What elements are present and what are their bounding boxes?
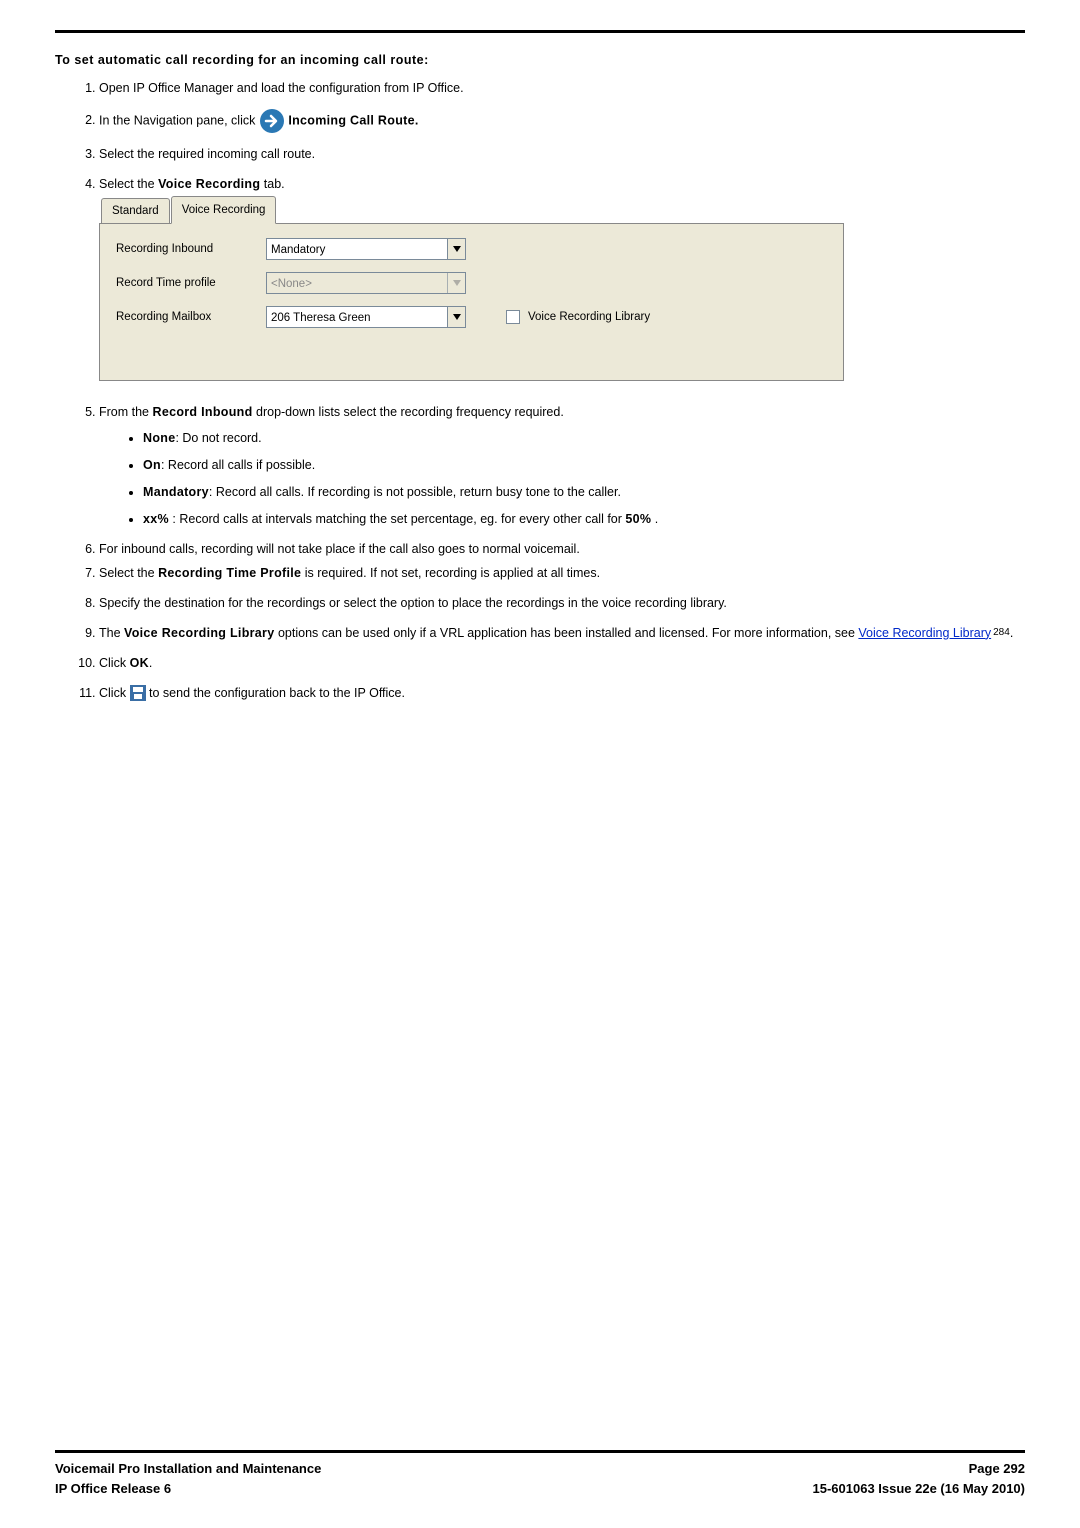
select-recording-mailbox-value: 206 Theresa Green: [267, 307, 447, 327]
step-9: The Voice Recording Library options can …: [99, 623, 1025, 643]
bullet-percent-label: xx%: [143, 512, 169, 526]
tab-voice-recording[interactable]: Voice Recording: [171, 196, 277, 223]
bullet-none: None: Do not record.: [143, 428, 1025, 448]
step-6-text: For inbound calls, recording will not ta…: [99, 542, 580, 556]
step-10: Click OK.: [99, 653, 1025, 673]
step-3-text: Select the required incoming call route.: [99, 147, 315, 161]
step-7-text-c: is required. If not set, recording is ap…: [301, 566, 600, 580]
step-5-bullets: None: Do not record. On: Record all call…: [99, 428, 1025, 529]
bullet-on-text: : Record all calls if possible.: [161, 458, 315, 472]
steps-list: Open IP Office Manager and load the conf…: [55, 78, 1025, 703]
step-4: Select the Voice Recording tab. Standard…: [99, 174, 1025, 382]
step-9-text-a: The: [99, 626, 124, 640]
select-recording-mailbox[interactable]: 206 Theresa Green: [266, 306, 466, 328]
footer-release: IP Office Release 6: [55, 1479, 171, 1499]
footer-issue: 15-601063 Issue 22e (16 May 2010): [813, 1479, 1026, 1499]
step-5-label: Record Inbound: [153, 405, 253, 419]
select-recording-inbound[interactable]: Mandatory: [266, 238, 466, 260]
label-record-time-profile: Record Time profile: [116, 274, 266, 292]
bullet-mandatory-label: Mandatory: [143, 485, 209, 499]
step-10-label: OK: [130, 656, 149, 670]
step-5-text-a: From the: [99, 405, 153, 419]
step-9-text-c: options can be used only if a VRL applic…: [274, 626, 858, 640]
chevron-down-icon[interactable]: [447, 307, 465, 327]
link-voice-recording-library[interactable]: Voice Recording Library: [858, 626, 991, 640]
step-10-text-a: Click: [99, 656, 130, 670]
bullet-percent: xx% : Record calls at intervals matching…: [143, 509, 1025, 529]
step-5: From the Record Inbound drop-down lists …: [99, 402, 1025, 529]
step-4-label: Voice Recording: [158, 177, 260, 191]
bullet-on-label: On: [143, 458, 161, 472]
footer-doc-title: Voicemail Pro Installation and Maintenan…: [55, 1459, 321, 1479]
step-2: In the Navigation pane, click Incoming C…: [99, 108, 1025, 134]
page-heading: To set automatic call recording for an i…: [55, 51, 1025, 70]
bullet-mandatory-text: : Record all calls. If recording is not …: [209, 485, 621, 499]
bullet-percent-text-d: .: [651, 512, 658, 526]
step-11: Click to send the configuration back to …: [99, 683, 1025, 703]
footer-row-1: Voicemail Pro Installation and Maintenan…: [55, 1459, 1025, 1479]
select-record-time-profile-value: <None>: [267, 273, 447, 293]
bullet-on: On: Record all calls if possible.: [143, 455, 1025, 475]
checkbox-voice-recording-library-group: Voice Recording Library: [506, 308, 650, 326]
footer-rule: [55, 1450, 1025, 1453]
step-2-text-a: In the Navigation pane, click: [99, 113, 259, 127]
chevron-down-icon: [447, 273, 465, 293]
link-ref-num: 284: [993, 627, 1010, 638]
select-recording-inbound-value: Mandatory: [267, 239, 447, 259]
step-11-text-b: to send the configuration back to the IP…: [146, 686, 405, 700]
step-4-text-a: Select the: [99, 177, 158, 191]
step-9-text-d: .: [1010, 626, 1013, 640]
row-record-time-profile: Record Time profile <None>: [116, 272, 827, 294]
step-11-text-a: Click: [99, 686, 130, 700]
row-recording-inbound: Recording Inbound Mandatory: [116, 238, 827, 260]
step-5-text-c: drop-down lists select the recording fre…: [253, 405, 564, 419]
tab-standard[interactable]: Standard: [101, 198, 170, 223]
step-3: Select the required incoming call route.: [99, 144, 1025, 164]
select-record-time-profile: <None>: [266, 272, 466, 294]
tab-row: Standard Voice Recording: [101, 200, 844, 224]
footer-page-num: Page 292: [969, 1459, 1025, 1479]
row-recording-mailbox: Recording Mailbox 206 Theresa Green Voic…: [116, 306, 827, 328]
step-1-text: Open IP Office Manager and load the conf…: [99, 81, 464, 95]
chevron-down-icon[interactable]: [447, 239, 465, 259]
checkbox-voice-recording-library[interactable]: [506, 310, 520, 324]
step-7-text-a: Select the: [99, 566, 158, 580]
footer-row-2: IP Office Release 6 15-601063 Issue 22e …: [55, 1479, 1025, 1499]
step-4-text-c: tab.: [260, 177, 284, 191]
bullet-percent-text-b: : Record calls at intervals matching the…: [169, 512, 625, 526]
page-footer: Voicemail Pro Installation and Maintenan…: [55, 1450, 1025, 1498]
bullet-none-label: None: [143, 431, 175, 445]
voice-recording-panel: Recording Inbound Mandatory Record Time …: [99, 223, 844, 381]
checkbox-voice-recording-library-label: Voice Recording Library: [528, 308, 650, 326]
tab-voice-recording-label: Voice Recording: [182, 204, 266, 216]
step-8-text: Specify the destination for the recordin…: [99, 596, 727, 610]
step-7: Select the Recording Time Profile is req…: [99, 563, 1025, 583]
tab-standard-label: Standard: [112, 205, 159, 217]
step-7-label: Recording Time Profile: [158, 566, 301, 580]
voice-recording-screenshot: Standard Voice Recording Recording Inbou…: [99, 200, 844, 382]
incoming-call-route-icon: [259, 108, 285, 134]
bullet-none-text: : Do not record.: [175, 431, 261, 445]
save-icon: [130, 685, 146, 701]
step-2-label: Incoming Call Route.: [288, 113, 418, 127]
step-10-text-c: .: [149, 656, 152, 670]
step-1: Open IP Office Manager and load the conf…: [99, 78, 1025, 98]
bullet-percent-value: 50%: [625, 512, 651, 526]
step-6: For inbound calls, recording will not ta…: [99, 539, 1025, 559]
label-recording-mailbox: Recording Mailbox: [116, 308, 266, 326]
step-8: Specify the destination for the recordin…: [99, 593, 1025, 613]
top-rule: [55, 30, 1025, 33]
label-recording-inbound: Recording Inbound: [116, 240, 266, 258]
step-9-label: Voice Recording Library: [124, 626, 274, 640]
bullet-mandatory: Mandatory: Record all calls. If recordin…: [143, 482, 1025, 502]
